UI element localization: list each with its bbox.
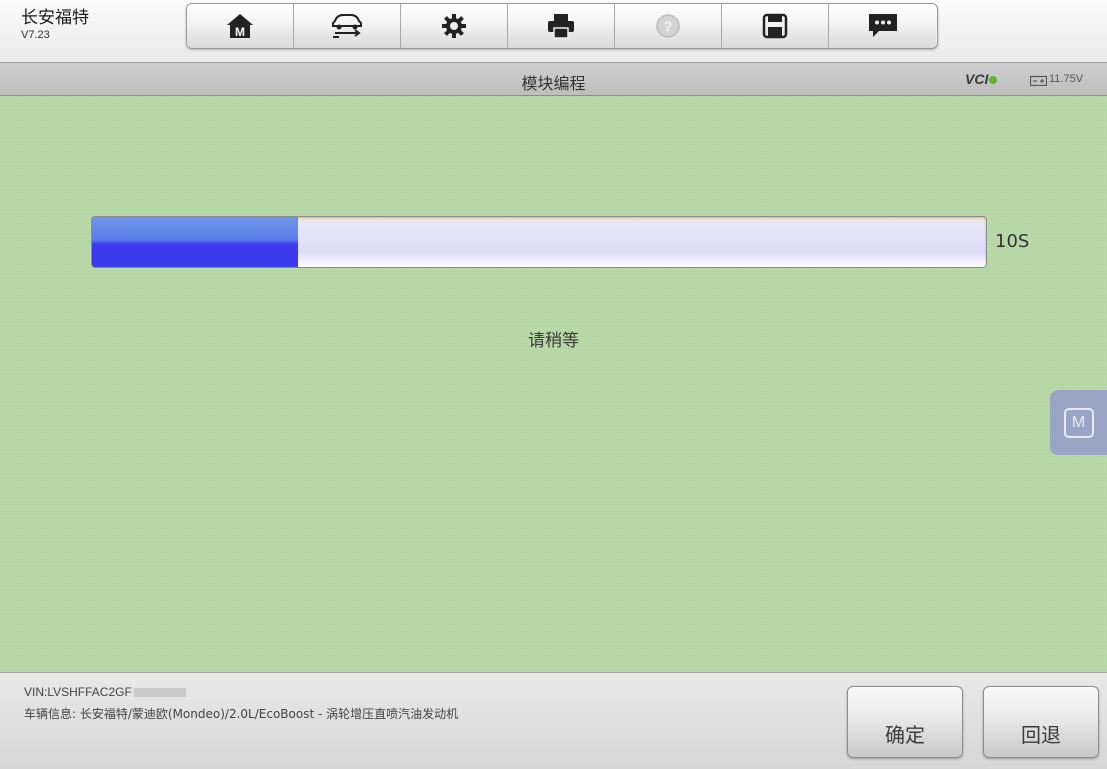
home-icon: M: [227, 14, 253, 39]
progress-time-label: 10S: [995, 231, 1030, 252]
save-button[interactable]: [722, 4, 829, 48]
battery-voltage: 11.75V: [1049, 73, 1084, 85]
page-title: 模块编程: [521, 74, 586, 93]
vci-status: VCI: [965, 71, 998, 87]
confirm-button-label: 确定: [885, 722, 925, 747]
svg-text:?: ?: [664, 18, 673, 34]
m-icon: M: [1063, 407, 1094, 438]
back-button-label: 回退: [1021, 722, 1061, 747]
vin-redaction: [133, 688, 186, 698]
messages-button[interactable]: [829, 4, 936, 48]
battery-icon: [1030, 75, 1047, 86]
vin-text: VIN:LVSHFFAC2GF: [24, 685, 186, 699]
confirm-button[interactable]: 确定: [847, 686, 963, 758]
home-button[interactable]: M: [187, 4, 294, 48]
car-swap-icon: [332, 14, 362, 38]
floating-menu-button[interactable]: M: [1050, 390, 1107, 455]
help-icon: ?: [656, 14, 680, 38]
back-button[interactable]: 回退: [983, 686, 1099, 758]
vci-connected-icon: [989, 76, 998, 85]
chat-icon: [868, 14, 897, 37]
gear-icon: [442, 14, 466, 38]
progress-bar: [91, 216, 987, 268]
printer-icon: [548, 14, 574, 39]
vci-label: VCI: [965, 71, 989, 87]
help-button[interactable]: ?: [615, 4, 722, 48]
settings-button[interactable]: [401, 4, 508, 48]
vin-value: VIN:LVSHFFAC2GF: [24, 685, 132, 699]
save-icon: [762, 13, 788, 39]
toolbar: M ?: [186, 3, 938, 49]
svg-text:M: M: [235, 25, 245, 39]
print-button[interactable]: [508, 4, 615, 48]
main-area: 10S 请稍等 M: [0, 96, 1107, 672]
vehicle-info: 车辆信息: 长安福特/蒙迪欧(Mondeo)/2.0L/EcoBoost - 涡…: [24, 707, 459, 721]
app-name: 长安福特: [21, 8, 89, 28]
progress-fill: [92, 217, 298, 267]
footer: VIN:LVSHFFAC2GF 车辆信息: 长安福特/蒙迪欧(Mondeo)/2…: [0, 672, 1107, 769]
vehicle-swap-button[interactable]: [294, 4, 401, 48]
app-version: V7.23: [21, 29, 50, 41]
top-bar: 长安福特 V7.23 M ?: [0, 0, 1107, 62]
status-message: 请稍等: [528, 331, 579, 351]
title-bar: 模块编程 VCI 11.75V: [0, 62, 1107, 96]
